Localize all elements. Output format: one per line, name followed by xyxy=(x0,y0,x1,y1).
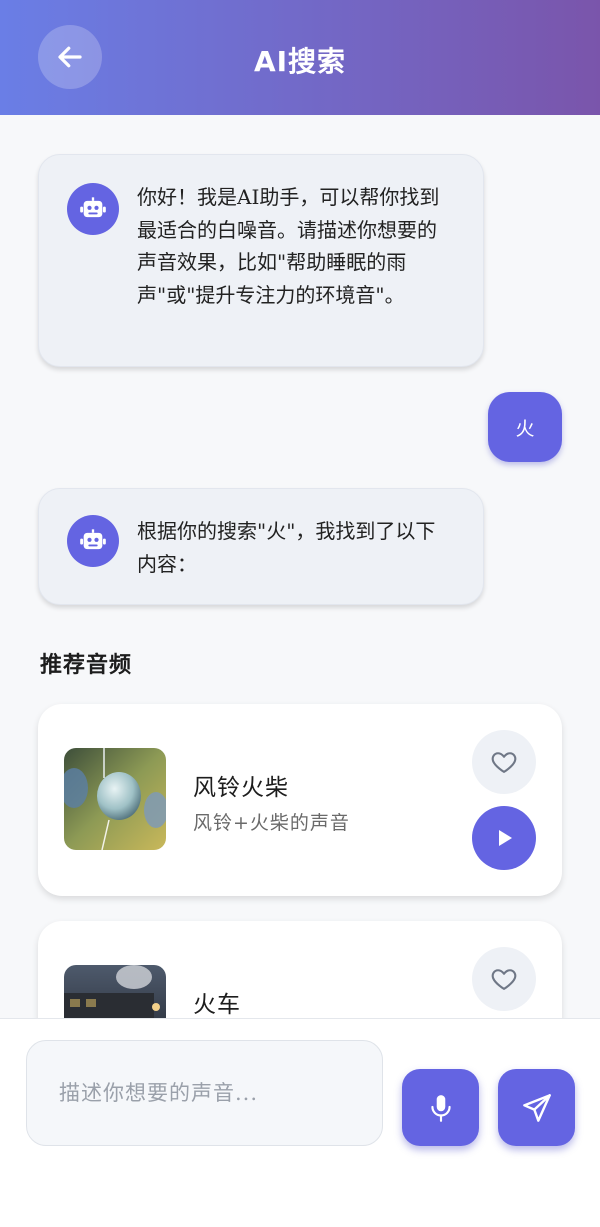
play-button[interactable] xyxy=(472,806,536,870)
input-bar xyxy=(0,1018,600,1164)
section-title: 推荐音频 xyxy=(40,652,133,678)
audio-title: 风铃火柴 xyxy=(193,775,289,801)
audio-thumbnail xyxy=(64,748,166,850)
play-icon xyxy=(499,830,512,846)
user-message-text: 火 xyxy=(515,417,535,440)
ai-message-text: 你好！我是AI助手，可以帮你找到最适合的白噪音。请描述你想要的声音效果，比如"帮… xyxy=(137,185,440,307)
audio-thumbnail xyxy=(64,965,166,1018)
audio-card[interactable]: 风铃火柴 风铃+火柴的声音 xyxy=(38,704,562,896)
robot-icon xyxy=(80,197,106,218)
voice-input-button[interactable] xyxy=(402,1069,479,1146)
audio-description: 风铃+火柴的声音 xyxy=(193,812,350,834)
ai-message: 根据你的搜索"火"，我找到了以下内容： xyxy=(38,488,484,605)
app-header: AI搜索 xyxy=(0,0,600,115)
send-icon xyxy=(522,1093,551,1122)
robot-avatar xyxy=(67,183,119,235)
microphone-icon xyxy=(430,1094,451,1122)
favorite-button[interactable] xyxy=(472,730,536,794)
page-title: AI搜索 xyxy=(253,45,347,78)
heart-icon xyxy=(491,969,517,990)
audio-title: 火车 xyxy=(193,992,241,1018)
user-message: 火 xyxy=(488,392,562,462)
chat-area[interactable]: 你好！我是AI助手，可以帮你找到最适合的白噪音。请描述你想要的声音效果，比如"帮… xyxy=(0,115,600,1018)
send-button[interactable] xyxy=(498,1069,575,1146)
search-input[interactable] xyxy=(26,1040,383,1146)
audio-card[interactable]: 火车 xyxy=(38,921,562,1018)
robot-avatar xyxy=(67,515,119,567)
robot-icon xyxy=(80,529,106,550)
favorite-button[interactable] xyxy=(472,947,536,1011)
bottom-safe-area xyxy=(0,1164,600,1227)
heart-icon xyxy=(491,752,517,773)
ai-message-text: 根据你的搜索"火"，我找到了以下内容： xyxy=(137,519,436,576)
ai-message: 你好！我是AI助手，可以帮你找到最适合的白噪音。请描述你想要的声音效果，比如"帮… xyxy=(38,154,484,367)
